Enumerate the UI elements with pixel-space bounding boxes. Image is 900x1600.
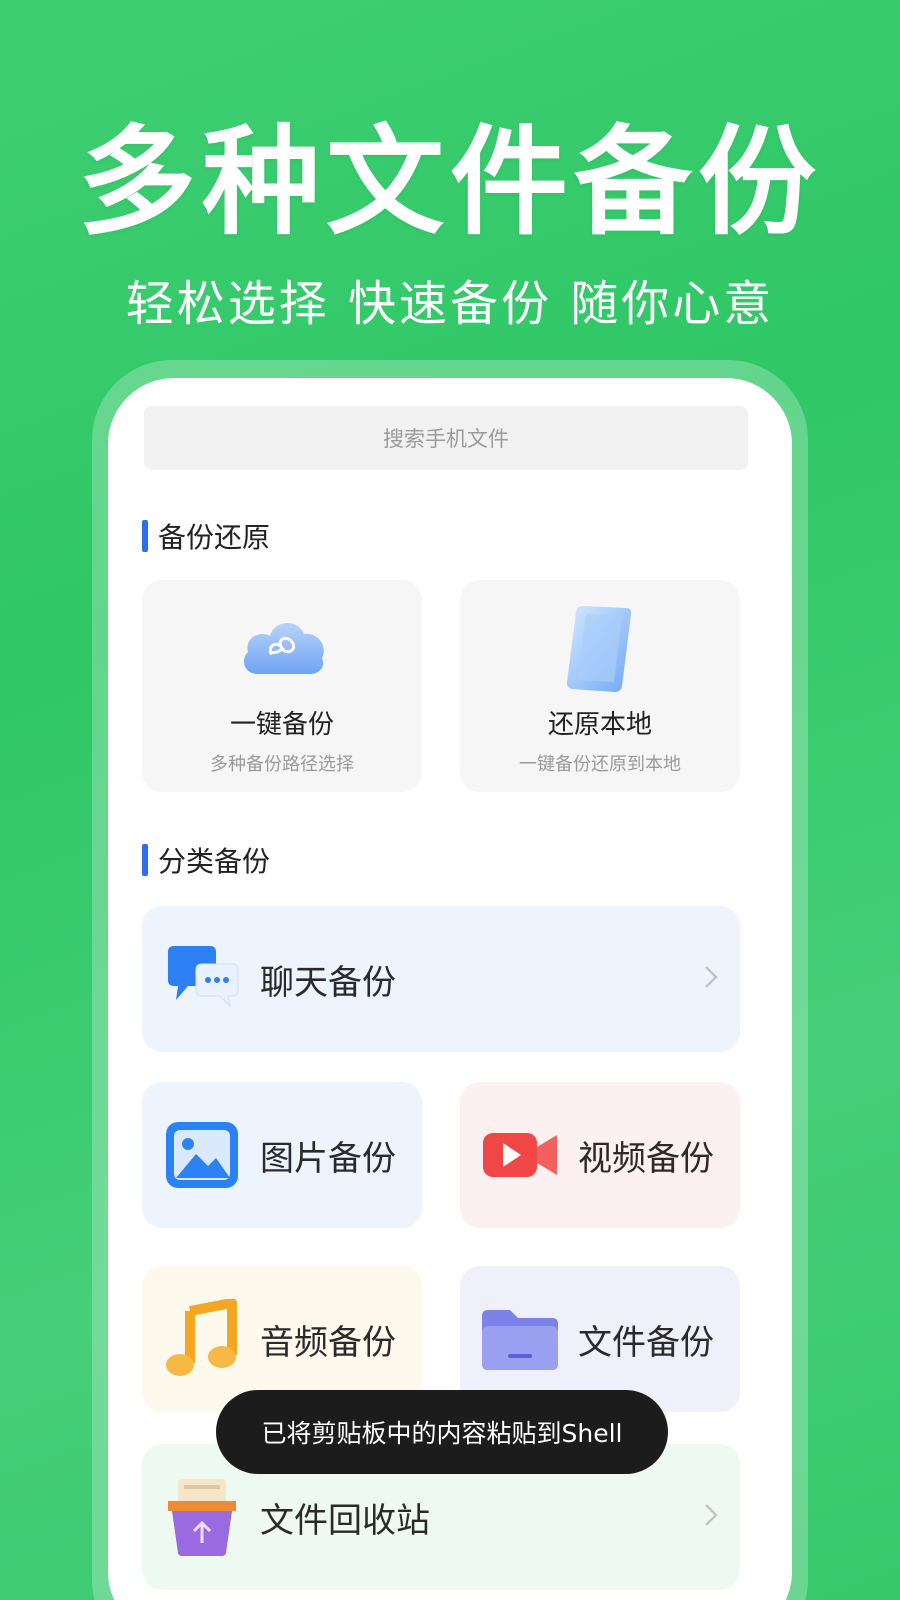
card-label: 音频备份 bbox=[260, 1322, 396, 1363]
video-backup-card[interactable]: 视频备份 bbox=[460, 1082, 740, 1228]
image-backup-card[interactable]: 图片备份 bbox=[142, 1082, 422, 1228]
tile-subtitle: 一键备份还原到本地 bbox=[519, 754, 681, 775]
section-accent-bar bbox=[142, 520, 148, 552]
image-icon bbox=[162, 1115, 242, 1195]
card-label: 视频备份 bbox=[578, 1138, 714, 1179]
tile-subtitle: 多种备份路径选择 bbox=[210, 754, 354, 775]
section-title: 备份还原 bbox=[158, 521, 271, 554]
section-header-backup-restore: 备份还原 bbox=[142, 516, 270, 556]
search-placeholder: 搜索手机文件 bbox=[383, 427, 509, 451]
recycle-bin-icon bbox=[162, 1477, 242, 1557]
card-label: 文件备份 bbox=[578, 1322, 714, 1363]
search-input[interactable]: 搜索手机文件 bbox=[144, 406, 748, 470]
folder-icon bbox=[480, 1299, 560, 1379]
music-icon bbox=[162, 1299, 242, 1379]
section-accent-bar bbox=[142, 844, 148, 876]
promo-page: 多种文件备份 轻松选择 快速备份 随你心意 搜索手机文件 备份还原 一键备份 多… bbox=[0, 0, 900, 1600]
chat-backup-card[interactable]: 聊天备份 bbox=[142, 906, 740, 1052]
cloud-icon bbox=[238, 612, 328, 684]
phone-icon bbox=[564, 602, 634, 698]
section-title: 分类备份 bbox=[158, 845, 271, 878]
chat-icon bbox=[162, 939, 242, 1019]
toast-message: 已将剪贴板中的内容粘贴到Shell bbox=[216, 1390, 668, 1474]
video-icon bbox=[480, 1115, 560, 1195]
toast-text: 已将剪贴板中的内容粘贴到Shell bbox=[261, 1419, 623, 1448]
promo-title: 多种文件备份 bbox=[77, 113, 822, 251]
chevron-right-icon bbox=[704, 965, 718, 993]
one-click-backup-tile[interactable]: 一键备份 多种备份路径选择 bbox=[142, 580, 422, 792]
tile-title: 还原本地 bbox=[547, 710, 652, 740]
card-label: 聊天备份 bbox=[260, 962, 396, 1003]
restore-local-tile[interactable]: 还原本地 一键备份还原到本地 bbox=[460, 580, 740, 792]
chevron-right-icon bbox=[704, 1503, 718, 1531]
card-label: 图片备份 bbox=[260, 1138, 396, 1179]
promo-subtitle: 轻松选择 快速备份 随你心意 bbox=[125, 276, 775, 332]
card-label: 文件回收站 bbox=[260, 1500, 430, 1541]
section-header-category-backup: 分类备份 bbox=[142, 840, 270, 880]
tile-title: 一键备份 bbox=[229, 710, 334, 740]
